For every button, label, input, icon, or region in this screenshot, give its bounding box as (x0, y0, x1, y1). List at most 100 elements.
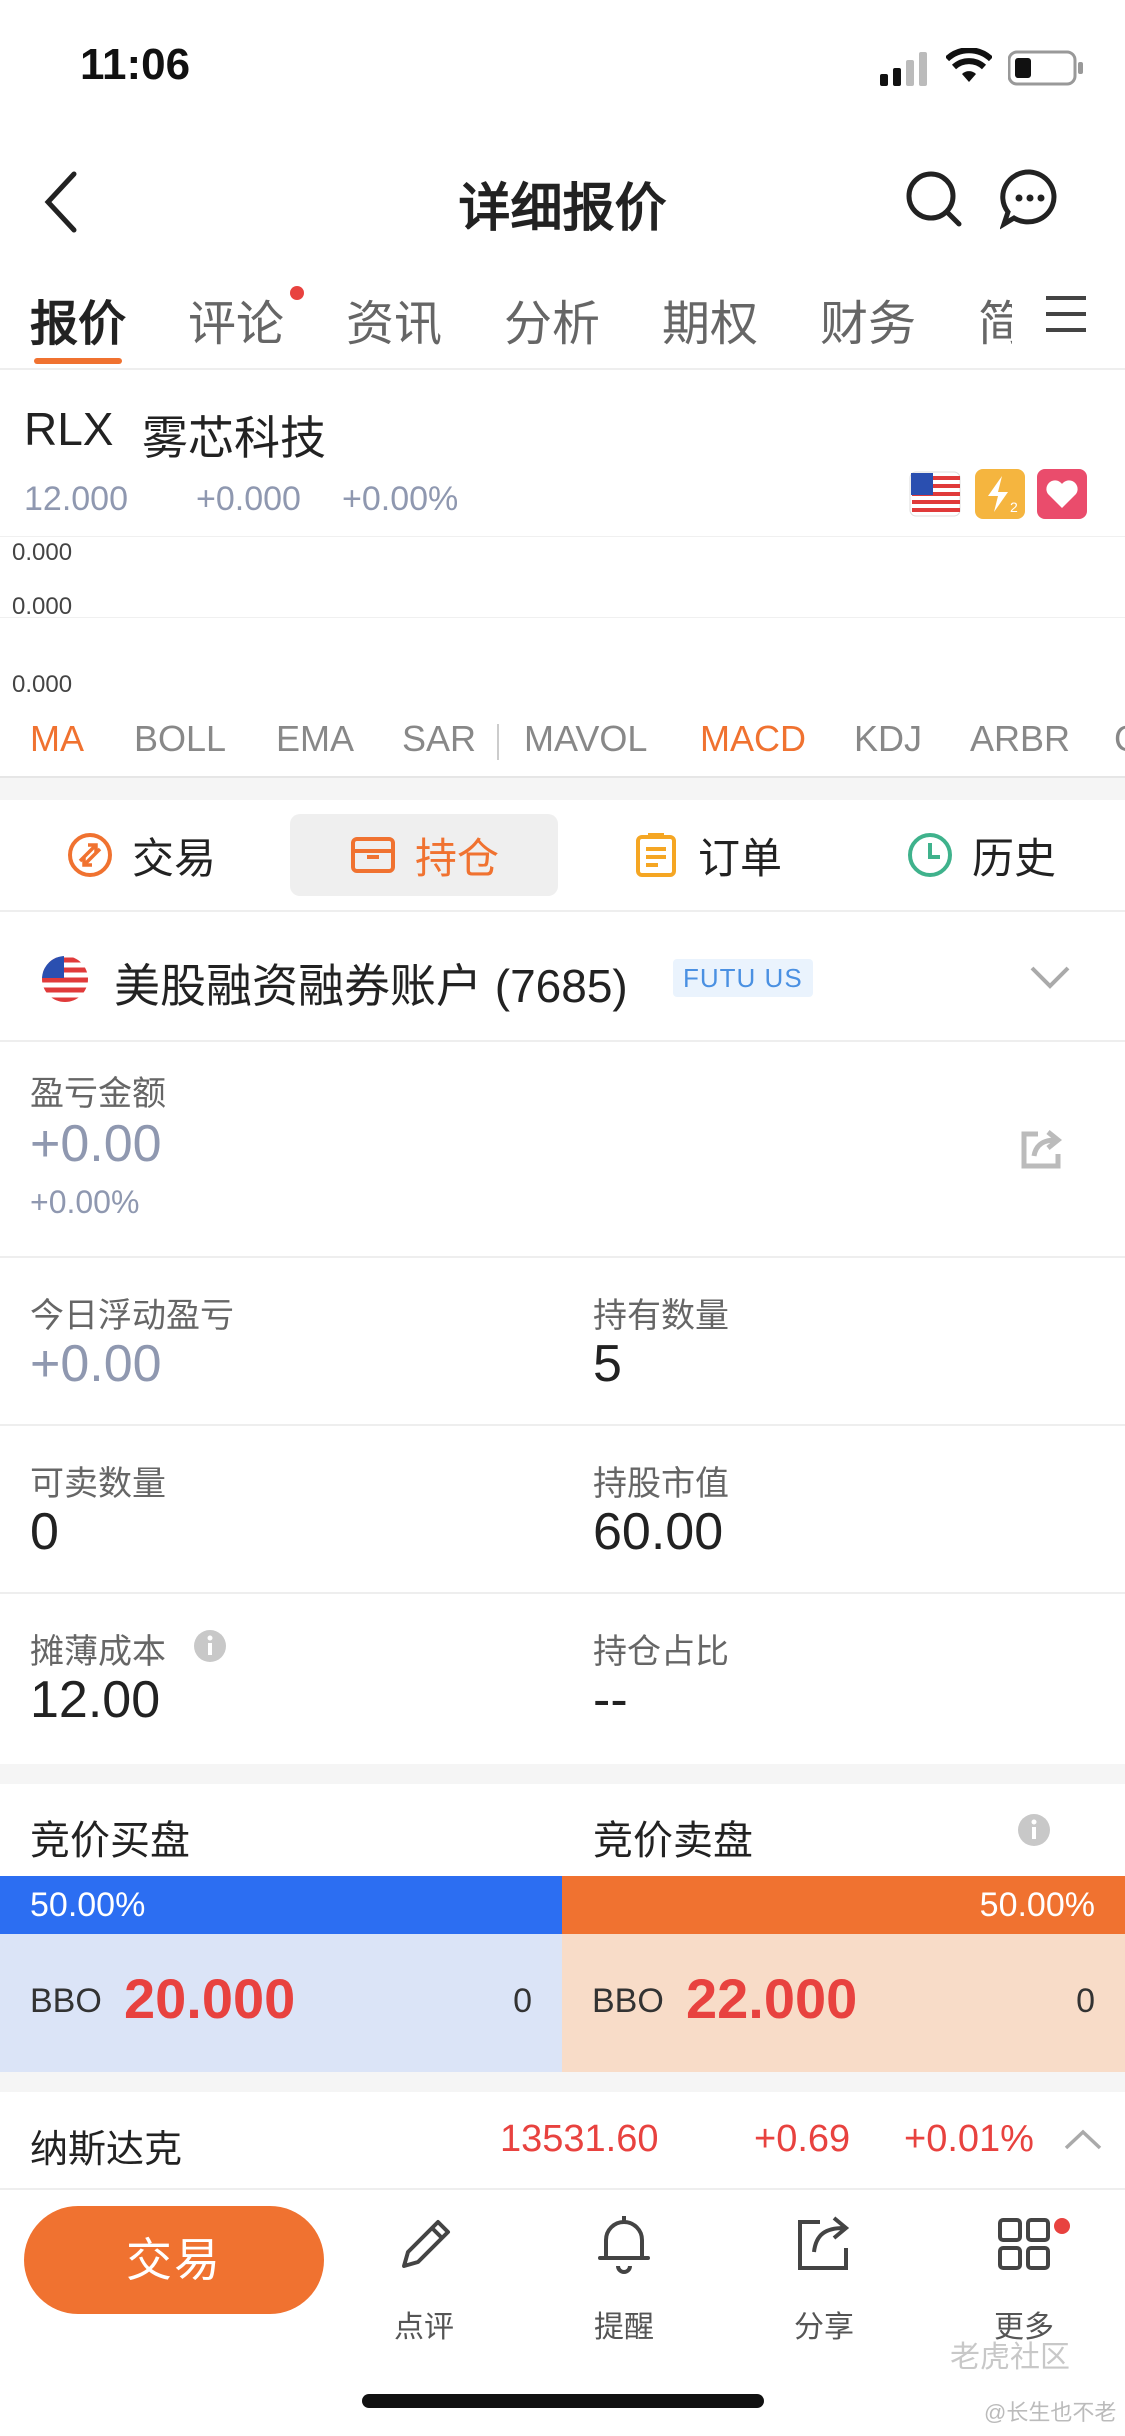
auction-section: 竞价买盘 竞价卖盘 50.00% 50.00% BBO 20.000 0 BBO… (0, 1784, 1125, 2090)
account-selector[interactable]: 美股融资融券账户 (7685) FUTU US (0, 910, 1125, 1042)
indicator-ema[interactable]: EMA (276, 718, 354, 760)
history-clock-icon (907, 833, 952, 877)
index-change: +0.69 (754, 2118, 851, 2160)
us-flag-icon (909, 471, 961, 517)
bbo-sell-cell: BBO 22.000 0 (562, 1934, 1125, 2072)
tab-comment[interactable]: 评论 (188, 284, 284, 354)
position-row: 今日浮动盈亏 +0.00 持有数量 5 (0, 1258, 1125, 1426)
bell-icon (598, 2216, 650, 2274)
subtab-history-label: 历史 (971, 834, 1056, 882)
account-name: 美股融资融券账户 (7685) (114, 960, 628, 1012)
today-pl-label: 今日浮动盈亏 (30, 1297, 234, 1335)
search-icon[interactable] (904, 168, 964, 232)
stock-change-pct: +0.00% (342, 480, 459, 518)
trade-button[interactable]: 交易 (24, 2206, 324, 2314)
subtab-history[interactable]: 历史 (870, 814, 1092, 896)
indicator-ma[interactable]: MA (30, 718, 84, 760)
tab-active-underline (34, 358, 122, 364)
us-flag-icon (42, 956, 88, 1002)
index-ticker[interactable]: 纳斯达克 13531.60 +0.69 +0.01% (0, 2092, 1125, 2190)
indicator-kdj[interactable]: KDJ (854, 718, 922, 760)
share-button[interactable]: 分享 (754, 2200, 894, 2344)
index-value: 13531.60 (500, 2118, 659, 2160)
price-chart[interactable]: 0.000 0.000 0.000 (0, 536, 1125, 706)
indicator-macd[interactable]: MACD (700, 718, 806, 760)
signal-icon (880, 52, 927, 86)
notification-dot (1054, 2218, 1070, 2234)
tab-analysis[interactable]: 分析 (504, 284, 600, 354)
buy-ratio-bar: 50.00% (0, 1876, 562, 1934)
stock-code: RLX (24, 403, 114, 455)
cost-value: 12.00 (30, 1671, 161, 1729)
chevron-up-icon[interactable] (1064, 2128, 1102, 2152)
tab-options[interactable]: 期权 (662, 284, 758, 354)
order-clipboard-icon (635, 833, 676, 877)
info-icon[interactable] (1016, 1812, 1052, 1848)
subtab-trade-label: 交易 (131, 834, 216, 882)
indicator-more[interactable]: C (1114, 718, 1125, 760)
indicator-sar[interactable]: SAR (402, 718, 476, 760)
more-button[interactable]: 更多 (954, 2200, 1094, 2344)
comment-label: 点评 (394, 2311, 454, 2344)
watermark-title: 老虎社区 (950, 2341, 1070, 2374)
quote-header: RLX 雾芯科技 12.000 +0.000 +0.00% 2 (0, 372, 1125, 542)
chat-icon[interactable] (1000, 168, 1060, 232)
bbo-buy-price: 20.000 (124, 1967, 296, 2030)
chart-y-label: 0.000 (12, 671, 73, 698)
tab-finance[interactable]: 财务 (820, 284, 916, 354)
pl-label: 盈亏金额 (30, 1075, 166, 1113)
position-row: 可卖数量 0 持股市值 60.00 (0, 1426, 1125, 1594)
bbo-label: BBO (30, 1982, 102, 2020)
pencil-icon (402, 2220, 450, 2268)
svg-text:2: 2 (1010, 499, 1018, 515)
indicator-bar: MA BOLL EMA SAR MAVOL MACD KDJ ARBR C (0, 706, 1125, 778)
stock-change: +0.000 (196, 480, 301, 518)
status-time: 11:06 (80, 40, 191, 89)
section-gap (0, 778, 1125, 800)
battery-icon (1008, 50, 1083, 86)
pl-percent: +0.00% (30, 1184, 140, 1220)
home-indicator[interactable] (362, 2394, 764, 2408)
wifi-icon (946, 48, 992, 82)
indicator-arbr[interactable]: ARBR (970, 718, 1070, 760)
index-change-pct: +0.01% (904, 2118, 1034, 2160)
section-gap (0, 1764, 1125, 1784)
stock-price: 12.000 (24, 480, 128, 518)
index-name: 纳斯达克 (30, 2129, 183, 2171)
divider (497, 724, 499, 760)
ratio-label: 持仓占比 (593, 1633, 729, 1671)
subtab-orders[interactable]: 订单 (596, 814, 818, 896)
menu-icon[interactable] (1044, 294, 1088, 334)
lightning-icon[interactable]: 2 (974, 468, 1026, 520)
pl-value: +0.00 (30, 1115, 162, 1173)
trade-exchange-icon (67, 833, 112, 877)
position-box-icon (350, 837, 395, 873)
sellable-label: 可卖数量 (30, 1465, 166, 1503)
auction-sell-label: 竞价卖盘 (593, 1819, 753, 1863)
grid-more-icon (998, 2218, 1050, 2270)
comment-button[interactable]: 点评 (354, 2200, 494, 2344)
bbo-label: BBO (592, 1982, 664, 2020)
share-out-icon[interactable] (1018, 1126, 1066, 1172)
share-label: 分享 (794, 2311, 854, 2344)
info-icon[interactable] (192, 1628, 228, 1664)
stock-name: 雾芯科技 (142, 412, 326, 464)
auction-buy-label: 竞价买盘 (30, 1819, 190, 1863)
bbo-sell-price: 22.000 (686, 1967, 858, 2030)
watermark-user: @长生也不老 (984, 2400, 1117, 2425)
tab-brief[interactable]: 简 (978, 284, 1012, 354)
subtab-position-label: 持仓 (414, 834, 499, 882)
tab-news[interactable]: 资讯 (346, 284, 442, 354)
alert-label: 提醒 (594, 2311, 654, 2344)
chevron-down-icon[interactable] (1030, 964, 1070, 990)
tab-quote[interactable]: 报价 (30, 284, 126, 354)
indicator-mavol[interactable]: MAVOL (524, 718, 647, 760)
quantity-value: 5 (593, 1335, 622, 1393)
subtab-trade[interactable]: 交易 (30, 814, 252, 896)
ratio-value: -- (593, 1671, 628, 1729)
indicator-boll[interactable]: BOLL (134, 718, 226, 760)
alert-button[interactable]: 提醒 (554, 2200, 694, 2344)
subtab-position[interactable]: 持仓 (290, 814, 558, 896)
favorite-heart-icon[interactable] (1036, 468, 1088, 520)
market-value: 60.00 (593, 1503, 724, 1561)
